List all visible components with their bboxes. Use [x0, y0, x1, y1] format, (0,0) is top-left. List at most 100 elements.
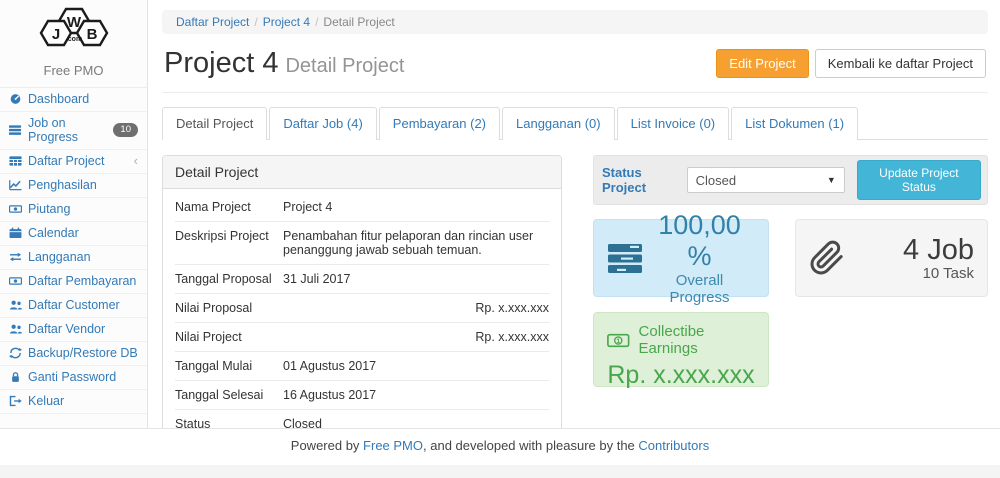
sidebar-item-label: Keluar: [28, 394, 64, 408]
row-value: Rp. x.xxx.xxx: [283, 330, 549, 344]
panel-body: Nama ProjectProject 4 Deskripsi ProjectP…: [163, 189, 561, 428]
footer-text: , and developed with pleasure by the: [423, 438, 638, 453]
tab-pembayaran[interactable]: Pembayaran (2): [379, 107, 500, 140]
page-title: Project 4 Detail Project: [164, 47, 404, 80]
logo-letter-b: B: [86, 26, 97, 43]
sidebar-item-ganti-password[interactable]: Ganti Password: [0, 366, 147, 390]
page-subtitle: Detail Project: [285, 55, 404, 77]
breadcrumb-project-4[interactable]: Project 4: [263, 15, 310, 29]
tab-detail-project[interactable]: Detail Project: [162, 107, 267, 140]
logo-letter-w: W: [66, 14, 81, 31]
sidebar-item-langganan[interactable]: Langganan: [0, 246, 147, 270]
page-header: Project 4 Detail Project Edit Project Kem…: [164, 47, 986, 80]
sidebar-item-label: Piutang: [28, 202, 70, 216]
table-row: Tanggal Mulai01 Agustus 2017: [175, 352, 549, 381]
row-label: Tanggal Proposal: [175, 272, 283, 286]
sidebar-item-dashboard[interactable]: Dashboard: [0, 88, 147, 112]
earnings-label: Collectibe Earnings: [639, 323, 755, 357]
row-value: Closed: [283, 417, 549, 428]
exchange-icon: [9, 251, 22, 263]
edit-project-button[interactable]: Edit Project: [716, 49, 808, 78]
sidebar-item-label: Daftar Customer: [28, 298, 120, 312]
job-count-box: 4 Job 10 Task: [795, 219, 988, 297]
dashboard-icon: [9, 93, 22, 105]
sidebar-nav: Dashboard Job on Progress 10 Daftar Proj…: [0, 88, 147, 414]
status-select-value: Closed: [696, 173, 736, 188]
table-icon: [9, 155, 22, 167]
breadcrumb: Daftar Project/Project 4/Detail Project: [162, 10, 988, 34]
tab-content: Detail Project Nama ProjectProject 4 Des…: [162, 155, 988, 428]
job-count-badge: 10: [113, 123, 138, 137]
contributors-link[interactable]: Contributors: [638, 438, 709, 453]
table-row: Nama ProjectProject 4: [175, 193, 549, 222]
sidebar-item-backup-restore[interactable]: Backup/Restore DB: [0, 342, 147, 366]
paperclip-icon: [809, 238, 845, 278]
row-value: Project 4: [283, 200, 549, 214]
row-value: 16 Agustus 2017: [283, 388, 549, 402]
sidebar-item-label: Daftar Pembayaran: [28, 274, 136, 288]
sidebar-item-penghasilan[interactable]: Penghasilan: [0, 174, 147, 198]
tab-list-invoice[interactable]: List Invoice (0): [617, 107, 730, 140]
money-icon: [9, 275, 22, 287]
tab-daftar-job[interactable]: Daftar Job (4): [269, 107, 376, 140]
table-row: Nilai ProposalRp. x.xxx.xxx: [175, 294, 549, 323]
page-title-text: Project 4: [164, 47, 278, 79]
sidebar-item-calendar[interactable]: Calendar: [0, 222, 147, 246]
sidebar-item-daftar-pembayaran[interactable]: Daftar Pembayaran: [0, 270, 147, 294]
row-label: Nilai Project: [175, 330, 283, 344]
status-project-bar: Status Project Closed ▼ Update Project S…: [593, 155, 988, 205]
row-label: Status: [175, 417, 283, 428]
back-to-list-button[interactable]: Kembali ke daftar Project: [815, 49, 986, 78]
free-pmo-link[interactable]: Free PMO: [363, 438, 423, 453]
progress-bars-icon: [607, 243, 644, 274]
row-label: Tanggal Selesai: [175, 388, 283, 402]
row-value: Rp. x.xxx.xxx: [283, 301, 549, 315]
detail-project-panel: Detail Project Nama ProjectProject 4 Des…: [162, 155, 562, 428]
table-row: Deskripsi ProjectPenambahan fitur pelapo…: [175, 222, 549, 265]
tab-bar: Detail Project Daftar Job (4) Pembayaran…: [162, 106, 988, 140]
row-value: 01 Agustus 2017: [283, 359, 549, 373]
sidebar-item-job-on-progress[interactable]: Job on Progress 10: [0, 112, 147, 150]
logo-letter-j: J: [51, 26, 59, 43]
right-column: Status Project Closed ▼ Update Project S…: [593, 155, 988, 428]
stat-boxes: 100,00 % Overall Progress 4 Job 10 Task: [593, 219, 988, 297]
chevron-left-icon: ‹: [134, 156, 138, 166]
earnings-value: Rp. x.xxx.xxx: [607, 361, 755, 390]
line-chart-icon: [9, 179, 22, 191]
sidebar-item-daftar-customer[interactable]: Daftar Customer: [0, 294, 147, 318]
row-label: Nama Project: [175, 200, 283, 214]
table-row: Tanggal Proposal31 Juli 2017: [175, 265, 549, 294]
status-select[interactable]: Closed ▼: [687, 167, 845, 193]
sidebar-item-label: Calendar: [28, 226, 79, 240]
overall-progress-box: 100,00 % Overall Progress: [593, 219, 769, 297]
footer: Powered by Free PMO, and developed with …: [0, 428, 1000, 465]
sidebar-item-label: Job on Progress: [28, 116, 107, 144]
logo-dotcom-text: .com: [65, 36, 81, 43]
update-status-button[interactable]: Update Project Status: [857, 160, 981, 200]
header-buttons: Edit Project Kembali ke daftar Project: [716, 49, 986, 78]
row-value: 31 Juli 2017: [283, 272, 549, 286]
sidebar-item-daftar-vendor[interactable]: Daftar Vendor: [0, 318, 147, 342]
tasks-icon: [9, 124, 22, 136]
users-icon: [9, 299, 22, 311]
breadcrumb-separator: /: [249, 15, 262, 29]
sidebar-item-daftar-project[interactable]: Daftar Project ‹: [0, 150, 147, 174]
sign-out-icon: [9, 395, 22, 407]
sidebar-item-label: Penghasilan: [28, 178, 97, 192]
table-row: StatusClosed: [175, 410, 549, 428]
sidebar-item-keluar[interactable]: Keluar: [0, 390, 147, 414]
sidebar: W J B .com Free PMO Dashboard: [0, 0, 148, 428]
tab-langganan[interactable]: Langganan (0): [502, 107, 615, 140]
sidebar-item-piutang[interactable]: Piutang: [0, 198, 147, 222]
job-count-value: 4 Job: [845, 235, 974, 265]
table-row: Nilai ProjectRp. x.xxx.xxx: [175, 323, 549, 352]
main-content: Daftar Project/Project 4/Detail Project …: [148, 0, 1000, 428]
breadcrumb-daftar-project[interactable]: Daftar Project: [176, 15, 249, 29]
status-project-label: Status Project: [602, 165, 679, 195]
panel-title: Detail Project: [163, 156, 561, 189]
tab-list-dokumen[interactable]: List Dokumen (1): [731, 107, 858, 140]
users-icon: [9, 323, 22, 335]
sidebar-item-label: Daftar Project: [28, 154, 104, 168]
row-label: Nilai Proposal: [175, 301, 283, 315]
table-row: Tanggal Selesai16 Agustus 2017: [175, 381, 549, 410]
